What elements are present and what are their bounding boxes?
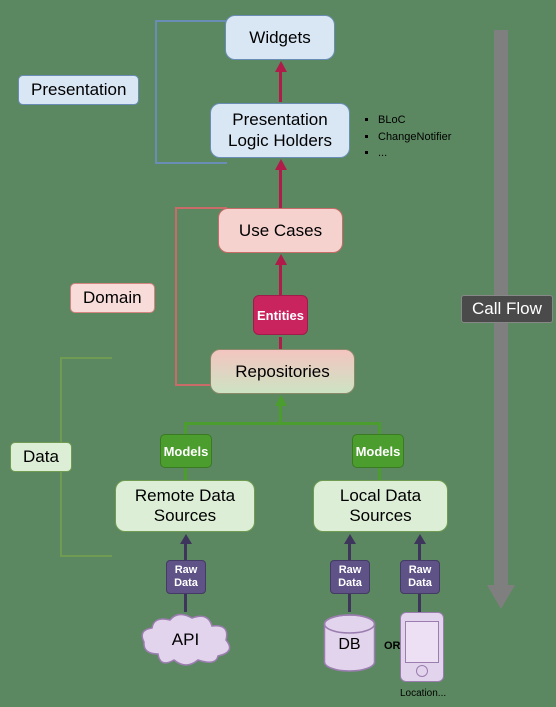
arrow-repo-left xyxy=(184,422,187,434)
entities-label: Entities xyxy=(257,308,304,323)
models-left-label: Models xyxy=(164,444,209,459)
entities-box: Entities xyxy=(253,295,308,335)
arrow-raw-remote xyxy=(184,544,187,560)
arrow-repo-head xyxy=(275,395,287,406)
arrow-raw-local-l-head xyxy=(344,534,356,544)
arrow-uc-plh xyxy=(279,170,282,208)
conn-raw-dev xyxy=(418,594,421,612)
arrow-raw-local-r-head xyxy=(414,534,426,544)
bullet-bloc: BLoC xyxy=(378,112,451,129)
conn-models-left xyxy=(184,468,187,480)
presentation-logic-holders-box: Presentation Logic Holders xyxy=(210,103,350,158)
models-right-label: Models xyxy=(356,444,401,459)
arrow-repo-hbar xyxy=(185,422,380,425)
bullet-cn: ChangeNotifier xyxy=(378,129,451,146)
use-cases-box: Use Cases xyxy=(218,208,343,253)
models-right-box: Models xyxy=(352,434,404,468)
raw-db-label: Raw Data xyxy=(338,564,362,590)
remote-label: Remote Data Sources xyxy=(135,486,235,527)
arrow-raw-local-r xyxy=(418,544,421,560)
bullet-etc: ... xyxy=(378,145,451,162)
raw-data-db: Raw Data xyxy=(330,560,370,594)
usecases-label: Use Cases xyxy=(239,221,322,241)
or-text: OR xyxy=(384,640,401,652)
callflow-label: Call Flow xyxy=(461,295,553,323)
repositories-label: Repositories xyxy=(235,362,330,382)
conn-raw-db xyxy=(348,594,351,612)
arrow-repo-right xyxy=(378,422,381,434)
arrow-plh-widgets-head xyxy=(275,61,287,72)
arrow-repo-ent xyxy=(279,337,282,349)
db-text: DB xyxy=(322,636,377,654)
plh-label: Presentation Logic Holders xyxy=(228,110,332,151)
arrow-raw-remote-head xyxy=(180,534,192,544)
widgets-box: Widgets xyxy=(225,15,335,60)
local-label: Local Data Sources xyxy=(340,486,421,527)
api-text: API xyxy=(138,612,233,667)
raw-data-device: Raw Data xyxy=(400,560,440,594)
callflow-arrow-head xyxy=(487,585,515,609)
arrow-plh-widgets xyxy=(279,72,282,102)
presentation-layer-label: Presentation xyxy=(18,75,139,105)
arrow-uc-plh-head xyxy=(275,159,287,170)
conn-models-right xyxy=(378,468,381,480)
conn-raw-api xyxy=(184,594,187,612)
local-sources-box: Local Data Sources xyxy=(313,480,448,532)
db-cylinder: DB xyxy=(322,614,377,674)
arrow-ent-uc xyxy=(279,265,282,295)
raw-data-api: Raw Data xyxy=(166,560,206,594)
arrow-ent-uc-head xyxy=(275,254,287,265)
data-layer-label: Data xyxy=(10,442,72,472)
raw-device-label: Raw Data xyxy=(408,564,432,590)
remote-sources-box: Remote Data Sources xyxy=(115,480,255,532)
widgets-label: Widgets xyxy=(249,28,310,48)
repositories-box: Repositories xyxy=(210,349,355,394)
arrow-raw-local-l xyxy=(348,544,351,560)
raw-api-label: Raw Data xyxy=(174,564,198,590)
location-text: Location... xyxy=(400,688,446,699)
api-cloud: API xyxy=(138,612,233,667)
domain-layer-label: Domain xyxy=(70,283,155,313)
device-icon xyxy=(400,612,444,682)
models-left-box: Models xyxy=(160,434,212,468)
plh-bullets: BLoC ChangeNotifier ... xyxy=(362,112,451,162)
